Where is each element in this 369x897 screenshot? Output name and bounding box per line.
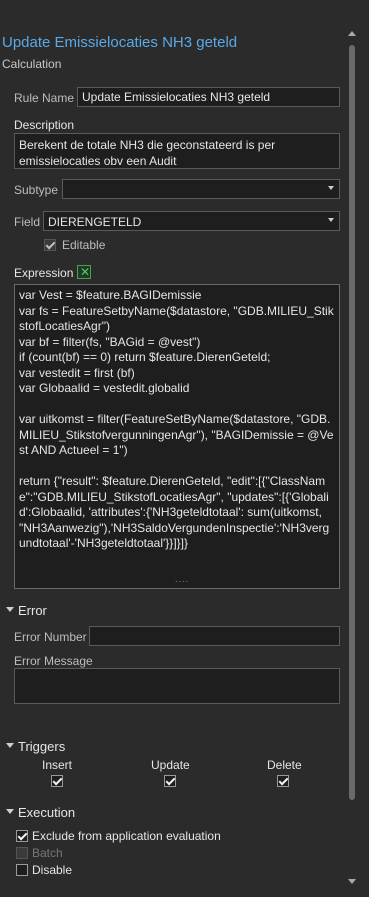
rule-name-input[interactable]: Update Emissielocaties NH3 geteld bbox=[77, 87, 340, 107]
trigger-delete-checkbox[interactable] bbox=[277, 775, 289, 787]
trigger-update-checkbox[interactable] bbox=[164, 775, 176, 787]
trigger-update-label: Update bbox=[151, 758, 190, 772]
expression-line bbox=[19, 459, 335, 475]
chevron-down-icon bbox=[328, 218, 334, 222]
expression-line: return {"result": $feature.DierenGeteld,… bbox=[19, 474, 330, 550]
subtype-dropdown[interactable] bbox=[62, 179, 340, 199]
editable-checkbox[interactable] bbox=[44, 239, 56, 251]
error-number-label: Error Number bbox=[14, 630, 87, 644]
expression-editor[interactable]: var Vest = $feature.BAGIDemissie var fs … bbox=[14, 284, 340, 589]
rule-title: Update Emissielocaties NH3 geteld bbox=[2, 34, 238, 51]
error-message-textarea[interactable] bbox=[14, 668, 340, 704]
disable-checkbox[interactable] bbox=[16, 864, 28, 876]
description-textarea[interactable]: Berekent de totale NH3 die geconstateerd… bbox=[14, 133, 340, 169]
expression-label: Expression bbox=[14, 266, 74, 280]
chevron-down-icon[interactable] bbox=[6, 607, 14, 612]
chevron-down-icon bbox=[328, 186, 334, 190]
trigger-insert-checkbox[interactable] bbox=[51, 775, 63, 787]
expression-line: var bf = filter(fs, "BAGid = @vest") bbox=[19, 334, 201, 349]
exclude-evaluation-checkbox[interactable] bbox=[16, 830, 28, 842]
batch-checkbox[interactable] bbox=[16, 847, 28, 859]
editable-label: Editable bbox=[62, 238, 106, 252]
trigger-delete-label: Delete bbox=[267, 758, 302, 772]
exclude-evaluation-label: Exclude from application evaluation bbox=[32, 829, 221, 843]
triggers-section-header[interactable]: Triggers bbox=[18, 739, 65, 754]
batch-label: Batch bbox=[32, 846, 63, 860]
field-label: Field bbox=[14, 215, 41, 229]
field-value: DIERENGETELD bbox=[48, 215, 142, 229]
expression-line bbox=[19, 397, 335, 413]
expression-line: var fs = FeatureSetbyName($datastore, "G… bbox=[19, 303, 334, 334]
scrollbar-thumb[interactable] bbox=[349, 45, 355, 800]
description-label: Description bbox=[14, 118, 75, 132]
expression-builder-button[interactable]: ✕ bbox=[77, 265, 91, 279]
expression-line: if (count(bf) == 0) return $feature.Dier… bbox=[19, 350, 271, 364]
rule-type-subtitle: Calculation bbox=[2, 57, 62, 71]
trigger-insert-label: Insert bbox=[42, 758, 73, 772]
chevron-down-icon[interactable] bbox=[6, 809, 14, 814]
disable-label: Disable bbox=[32, 863, 73, 877]
expression-line: var vestedit = first (bf) bbox=[19, 365, 135, 380]
error-number-input[interactable] bbox=[89, 626, 340, 646]
chevron-down-icon[interactable] bbox=[6, 743, 14, 748]
field-dropdown[interactable]: DIERENGETELD bbox=[43, 211, 340, 231]
expression-line: var uitkomst = filter(FeatureSetByName($… bbox=[19, 412, 334, 457]
scroll-down-arrow-icon[interactable] bbox=[348, 879, 356, 884]
expression-line: var Globaalid = vestedit.globalid bbox=[19, 381, 190, 395]
expression-line: var Vest = $feature.BAGIDemissie bbox=[19, 288, 202, 302]
scroll-up-arrow-icon[interactable] bbox=[348, 31, 356, 36]
rule-name-label: Rule Name bbox=[14, 91, 75, 105]
error-message-label: Error Message bbox=[14, 654, 93, 668]
resize-grip-icon[interactable]: .... bbox=[175, 572, 189, 588]
subtype-label: Subtype bbox=[14, 183, 59, 197]
expression-builder-icon: ✕ bbox=[80, 265, 91, 279]
execution-section-header[interactable]: Execution bbox=[18, 805, 75, 820]
error-section-header[interactable]: Error bbox=[18, 603, 47, 618]
